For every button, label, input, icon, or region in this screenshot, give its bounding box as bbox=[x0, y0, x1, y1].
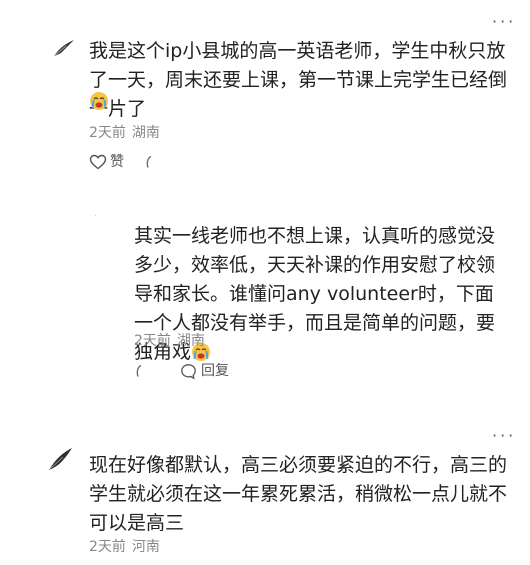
like-button[interactable]: 赞 bbox=[89, 153, 124, 171]
more-options-icon[interactable]: ··· bbox=[492, 428, 516, 444]
avatar[interactable] bbox=[46, 446, 74, 476]
reply-meta: 2天前 湖南 bbox=[134, 332, 205, 350]
comment-text: 现在好像都默认，高三必须要紧迫的不行，高三的学生就必须在这一年累死累活，稍微松一… bbox=[89, 451, 513, 538]
comment-text: 我是这个ip小县城的高一英语老师，学生中秋只放了一天，周末还要上课，第一节课上完… bbox=[89, 37, 513, 124]
reply-button[interactable]: 回复 bbox=[180, 362, 229, 380]
ip-location: 湖南 bbox=[131, 125, 160, 141]
avatar[interactable] bbox=[52, 38, 76, 62]
timestamp: 2天前 bbox=[89, 539, 126, 555]
heart-icon bbox=[89, 154, 107, 170]
feather-avatar-icon bbox=[48, 448, 72, 471]
crying-face-emoji-icon bbox=[89, 91, 109, 115]
comment-bubble-icon bbox=[181, 363, 196, 379]
reply-label: 回复 bbox=[201, 363, 229, 379]
comment-meta: 2天前 湖南 bbox=[89, 124, 160, 142]
more-options-icon[interactable]: · bbox=[94, 212, 100, 222]
comment-body: 现在好像都默认，高三必须要紧迫的不行，高三的学生就必须在这一年累死累活，稍微松一… bbox=[89, 454, 508, 534]
more-options-icon[interactable]: ··· bbox=[492, 14, 516, 30]
ip-location: 河南 bbox=[131, 539, 160, 555]
feather-avatar-icon bbox=[53, 40, 74, 57]
loading-spinner-icon bbox=[144, 155, 154, 169]
timestamp: 2天前 bbox=[89, 125, 126, 141]
ip-location: 湖南 bbox=[176, 333, 205, 349]
loading-spinner-icon bbox=[134, 364, 144, 378]
like-label: 赞 bbox=[110, 154, 124, 170]
timestamp: 2天前 bbox=[134, 333, 171, 349]
comment-body: 我是这个ip小县城的高一英语老师，学生中秋只放了一天，周末还要上课，第一节课上完… bbox=[89, 40, 508, 120]
comment-meta: 2天前 河南 bbox=[89, 538, 160, 556]
